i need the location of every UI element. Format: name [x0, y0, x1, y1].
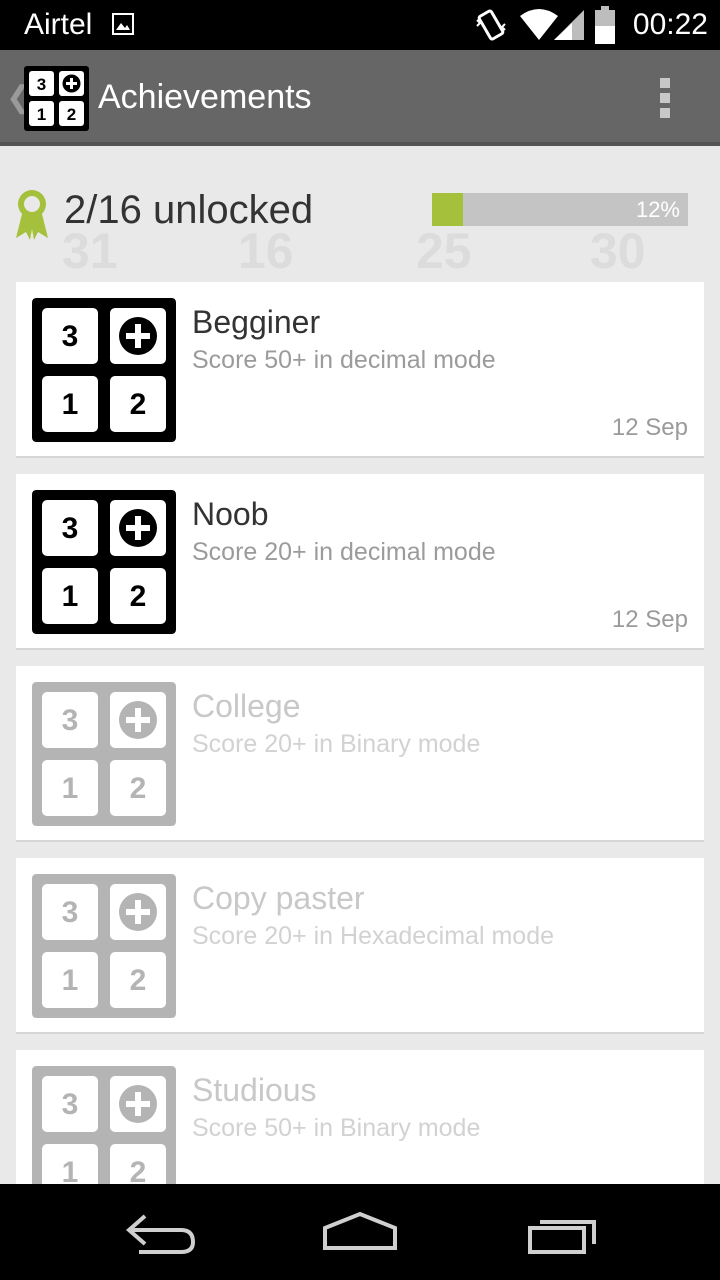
logo-tile-label: 1	[37, 105, 46, 124]
unlocked-count: 2/16 unlocked	[64, 188, 314, 232]
clock: 00:22	[632, 8, 708, 41]
recent-apps-icon[interactable]	[518, 1208, 608, 1258]
achievement-name: College	[192, 688, 301, 724]
back-icon[interactable]	[115, 1208, 205, 1258]
progress-bar: 12%	[432, 193, 688, 226]
svg-text:2: 2	[130, 1156, 147, 1184]
achievement-summary: 2/16 unlocked 12%	[14, 186, 714, 246]
svg-text:1: 1	[62, 1156, 79, 1184]
signal-icon	[554, 10, 584, 40]
screen-title: Achievements	[98, 78, 312, 116]
navigation-bar	[0, 1184, 720, 1280]
achievement-card[interactable]: 3 1 2 Copy paster Score 20+ in Hexadecim…	[16, 858, 704, 1034]
achievement-name: Noob	[192, 496, 269, 532]
achievement-name: Studious	[192, 1072, 317, 1108]
app-logo[interactable]: 3 1 2	[24, 66, 89, 131]
gallery-icon	[112, 13, 134, 35]
svg-text:2: 2	[130, 772, 147, 805]
achievement-date: 12 Sep	[611, 414, 688, 441]
overflow-menu-icon[interactable]	[660, 78, 672, 120]
achievement-badge: 3 1 2	[32, 1066, 176, 1184]
achievement-name: Begginer	[192, 304, 321, 340]
vibrate-icon	[476, 9, 506, 41]
logo-tile-label: 2	[67, 105, 76, 124]
achievement-date: 12 Sep	[611, 606, 688, 633]
achievement-card[interactable]: 3 1 2 College Score 20+ in Binary mode	[16, 666, 704, 842]
svg-text:2: 2	[130, 964, 147, 997]
svg-text:3: 3	[62, 1088, 79, 1121]
svg-text:3: 3	[62, 512, 79, 545]
award-ribbon-icon	[16, 190, 48, 240]
achievement-name: Copy paster	[192, 880, 365, 916]
carrier-name: Airtel	[24, 8, 93, 41]
achievement-description: Score 50+ in Binary mode	[192, 1114, 481, 1142]
svg-text:2: 2	[130, 580, 147, 613]
progress-label: 12%	[635, 197, 680, 222]
svg-text:3: 3	[62, 320, 79, 353]
achievement-badge: 3 1 2	[32, 298, 176, 442]
action-bar: ❮ 3 1 2 Achievements	[0, 50, 720, 146]
svg-text:1: 1	[62, 964, 79, 997]
home-icon[interactable]	[315, 1208, 405, 1258]
logo-tile-label: 3	[37, 75, 46, 94]
svg-text:1: 1	[62, 772, 79, 805]
svg-text:3: 3	[62, 896, 79, 929]
achievement-badge: 3 1 2	[32, 490, 176, 634]
achievements-list-view[interactable]: 31 16 25 30 2/16 unlocked 12% 3 1 2 Begg…	[0, 146, 720, 1184]
achievement-badge: 3 1 2	[32, 874, 176, 1018]
svg-text:3: 3	[62, 704, 79, 737]
achievement-description: Score 20+ in Hexadecimal mode	[192, 922, 554, 950]
status-bar: Airtel 00:22	[0, 0, 720, 50]
achievement-card[interactable]: 3 1 2 Noob Score 20+ in decimal mode 12 …	[16, 474, 704, 650]
achievement-description: Score 20+ in Binary mode	[192, 730, 481, 758]
achievement-badge: 3 1 2	[32, 682, 176, 826]
svg-text:1: 1	[62, 388, 79, 421]
achievement-card[interactable]: 3 1 2 Studious Score 50+ in Binary mode	[16, 1050, 704, 1184]
achievement-card[interactable]: 3 1 2 Begginer Score 50+ in decimal mode…	[16, 282, 704, 458]
progress-fill	[432, 193, 463, 226]
battery-icon	[595, 6, 615, 44]
achievement-description: Score 50+ in decimal mode	[192, 346, 496, 374]
svg-text:2: 2	[130, 388, 147, 421]
svg-text:1: 1	[62, 580, 79, 613]
achievement-description: Score 20+ in decimal mode	[192, 538, 496, 566]
